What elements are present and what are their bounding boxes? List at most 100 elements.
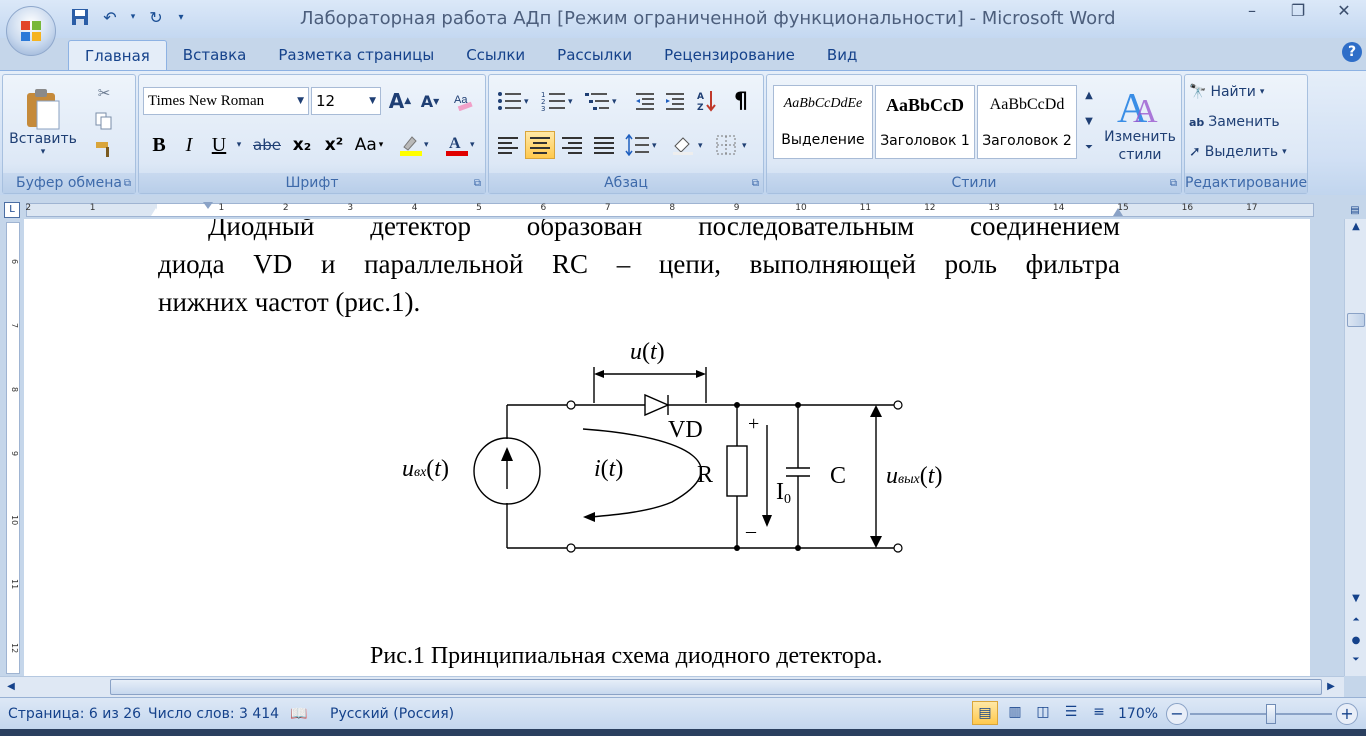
strikethrough-button[interactable]: abe: [249, 131, 285, 159]
show-marks-button[interactable]: ¶: [727, 87, 755, 115]
svg-text:▾: ▾: [568, 97, 573, 107]
zoom-level[interactable]: 170%: [1118, 706, 1158, 722]
customize-qat-icon[interactable]: ▾: [174, 5, 188, 29]
spelling-check-icon[interactable]: 📖: [290, 706, 307, 722]
browse-object-icon[interactable]: ●: [1345, 635, 1366, 653]
replace-button[interactable]: ab Заменить: [1189, 109, 1301, 135]
clipboard-launcher-icon[interactable]: ⧉: [124, 178, 131, 189]
align-center-icon[interactable]: [525, 131, 555, 159]
office-button[interactable]: [6, 6, 56, 56]
horizontal-ruler-track[interactable]: 2 1 1 2 3 4 5 6 7 8 9 10 11 12 13 14 15 16 17: [25, 202, 1314, 217]
word-count[interactable]: Число слов: 3 414: [148, 706, 279, 722]
zoom-in-icon[interactable]: +: [1336, 703, 1358, 725]
help-icon[interactable]: ?: [1342, 42, 1362, 62]
zoom-out-icon[interactable]: −: [1166, 703, 1188, 725]
scroll-up-icon[interactable]: ▲: [1345, 221, 1366, 239]
line-spacing-icon[interactable]: ▾: [623, 131, 663, 159]
clear-formatting-icon[interactable]: Aa: [449, 87, 477, 115]
tab-selector[interactable]: L: [4, 202, 20, 218]
paste-button[interactable]: Вставить ▾: [9, 79, 77, 165]
close-button[interactable]: ✕: [1330, 0, 1358, 22]
decrease-indent-icon[interactable]: [631, 87, 659, 115]
increase-indent-icon[interactable]: [661, 87, 689, 115]
multilevel-list-button[interactable]: ▾: [583, 87, 623, 115]
vertical-ruler-track[interactable]: 6 7 8 9 10 11 12: [6, 222, 20, 674]
horizontal-scrollbar[interactable]: ◀ ▶: [0, 676, 1344, 697]
zoom-slider-thumb[interactable]: [1266, 704, 1276, 724]
tab-view[interactable]: Вид: [811, 40, 873, 70]
ruler-toggle-icon[interactable]: ▤: [1348, 205, 1362, 217]
styles-scroll-up-icon[interactable]: ▲: [1079, 83, 1099, 107]
undo-icon[interactable]: ↶: [98, 5, 122, 29]
scroll-right-icon[interactable]: ▶: [1322, 679, 1340, 695]
font-color-button[interactable]: A ▾: [439, 131, 483, 159]
tab-review[interactable]: Рецензирование: [648, 40, 811, 70]
left-indent-marker[interactable]: [151, 208, 161, 216]
styles-scroll-down-icon[interactable]: ▼: [1079, 109, 1099, 133]
zoom-slider-track[interactable]: [1190, 713, 1332, 715]
style-heading-2[interactable]: AaBbCcDd Заголовок 2: [977, 85, 1077, 159]
redo-icon[interactable]: ↻: [144, 5, 168, 29]
scroll-left-icon[interactable]: ◀: [2, 679, 20, 695]
font-launcher-icon[interactable]: ⧉: [474, 178, 481, 189]
shrink-font-button[interactable]: A ▼: [417, 87, 443, 115]
bold-button[interactable]: B: [145, 131, 173, 159]
style-name: Заголовок 1: [880, 133, 970, 150]
italic-button[interactable]: I: [175, 131, 203, 159]
sort-icon[interactable]: AZ: [693, 87, 721, 115]
horizontal-scroll-thumb[interactable]: [110, 679, 1322, 695]
underline-button[interactable]: U: [205, 131, 233, 159]
paragraph-launcher-icon[interactable]: ⧉: [752, 178, 759, 189]
tab-mailings[interactable]: Рассылки: [541, 40, 648, 70]
superscript-button[interactable]: x²: [319, 131, 349, 159]
format-painter-icon[interactable]: [91, 137, 117, 161]
tab-home[interactable]: Главная: [68, 40, 167, 71]
restore-button[interactable]: ❐: [1284, 0, 1312, 22]
grow-font-button[interactable]: A ▲: [387, 87, 413, 115]
web-layout-view-button[interactable]: ◫: [1030, 701, 1056, 725]
underline-dropdown-icon[interactable]: ▾: [233, 131, 245, 159]
shading-icon[interactable]: ▾: [669, 131, 709, 159]
align-left-icon[interactable]: [493, 131, 523, 159]
scroll-thumb[interactable]: [1347, 313, 1365, 327]
page[interactable]: Диодный детектор образован последователь…: [24, 219, 1310, 676]
font-size-select[interactable]: 12 ▼: [311, 87, 381, 115]
borders-icon[interactable]: ▾: [713, 131, 753, 159]
change-styles-button[interactable]: A A Изменить стили: [1103, 77, 1177, 171]
language[interactable]: Русский (Россия): [330, 706, 454, 722]
tab-references[interactable]: Ссылки: [450, 40, 541, 70]
scroll-down-icon[interactable]: ▼: [1345, 593, 1366, 611]
copy-icon[interactable]: [91, 109, 117, 133]
full-screen-reading-view-button[interactable]: ▥: [1002, 701, 1028, 725]
page-count[interactable]: Страница: 6 из 26: [8, 706, 141, 722]
styles-launcher-icon[interactable]: ⧉: [1170, 178, 1177, 189]
style-emphasis[interactable]: AaBbCcDdEe Выделение: [773, 85, 873, 159]
minimize-button[interactable]: –: [1238, 0, 1266, 22]
font-name-select[interactable]: Times New Roman ▼: [143, 87, 309, 115]
style-heading-1[interactable]: AaBbCcD Заголовок 1: [875, 85, 975, 159]
tab-page-layout[interactable]: Разметка страницы: [262, 40, 450, 70]
minus-label: –: [745, 520, 757, 542]
find-button[interactable]: 🔭 Найти ▾: [1189, 79, 1301, 105]
tab-insert[interactable]: Вставка: [167, 40, 263, 70]
bullets-button[interactable]: ▾: [495, 87, 535, 115]
align-right-icon[interactable]: [557, 131, 587, 159]
justify-icon[interactable]: [589, 131, 619, 159]
cut-icon[interactable]: ✂: [91, 81, 117, 105]
draft-view-button[interactable]: ≡: [1086, 701, 1112, 725]
subscript-button[interactable]: x₂: [287, 131, 317, 159]
outline-view-button[interactable]: ☰: [1058, 701, 1084, 725]
numbering-button[interactable]: 1 2 3 ▾: [539, 87, 579, 115]
previous-page-icon[interactable]: ⏶: [1345, 615, 1366, 633]
styles-more-icon[interactable]: ⏷: [1079, 135, 1099, 159]
save-icon[interactable]: [68, 5, 92, 29]
next-page-icon[interactable]: ⏷: [1345, 655, 1366, 673]
undo-dropdown-icon[interactable]: ▾: [128, 5, 138, 29]
print-layout-view-button[interactable]: ▤: [972, 701, 998, 725]
change-case-button[interactable]: Aa ▾: [351, 131, 387, 159]
vertical-scrollbar[interactable]: ▤ ▲ ▼ ⏶ ● ⏷: [1344, 205, 1366, 676]
right-indent-marker[interactable]: [1113, 208, 1123, 216]
select-button[interactable]: ➚ Выделить ▾: [1189, 139, 1301, 165]
highlight-button[interactable]: ▾: [393, 131, 437, 159]
first-line-indent-marker[interactable]: [203, 202, 213, 209]
